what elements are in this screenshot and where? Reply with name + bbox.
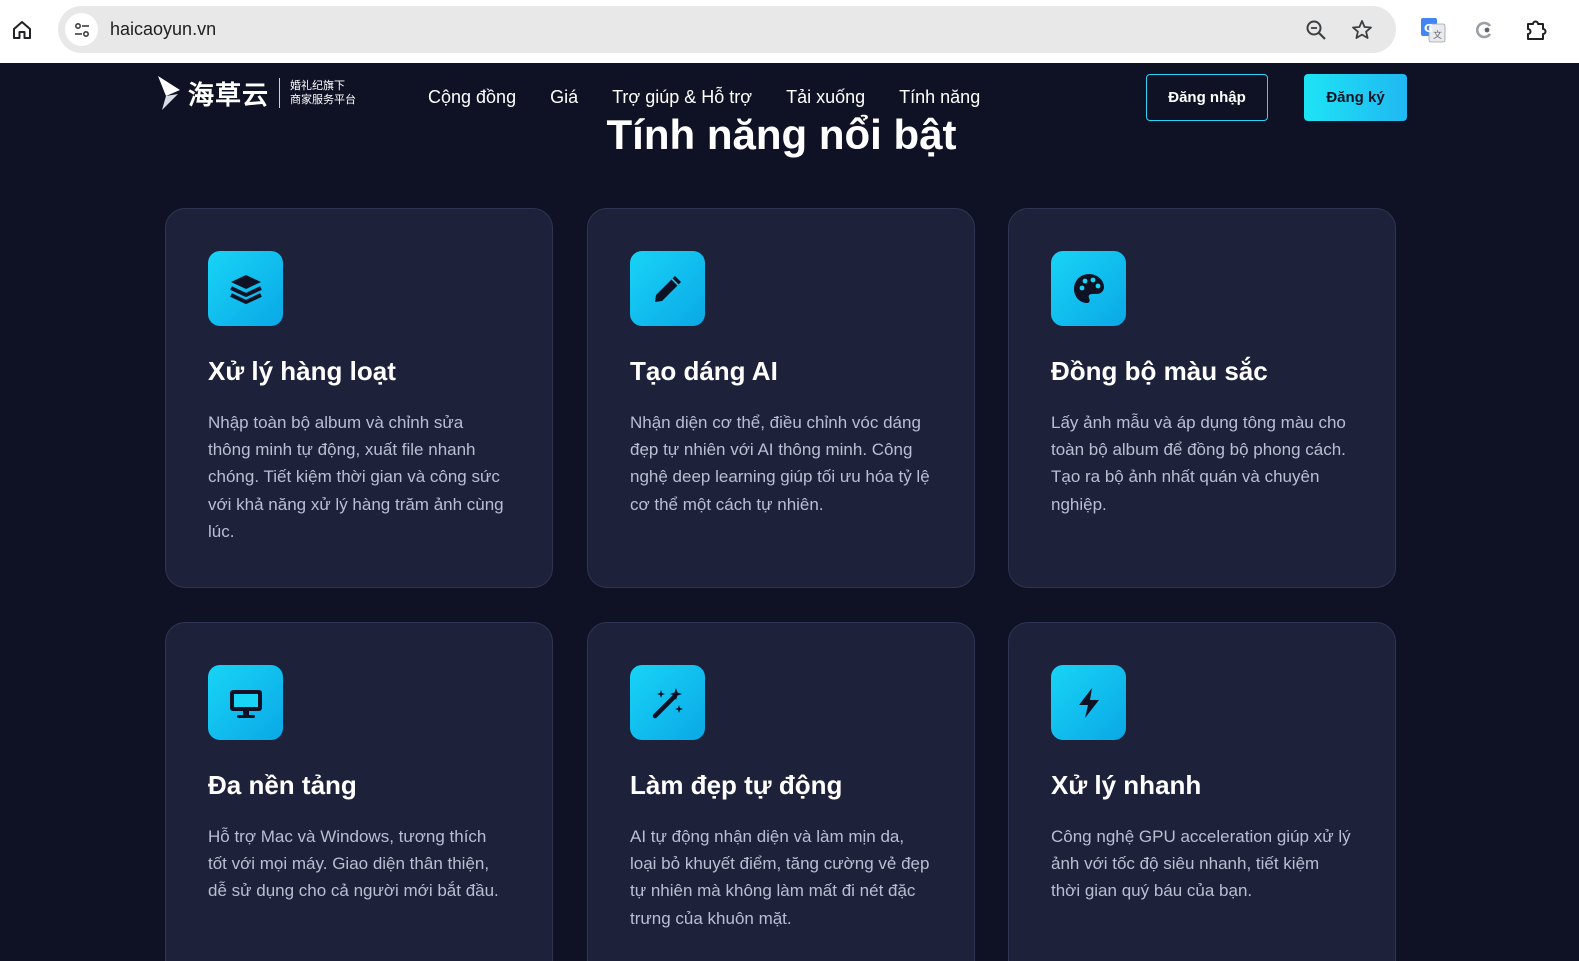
feature-title: Tạo dáng AI [630, 356, 778, 386]
nav-help-support[interactable]: Trợ giúp & Hỗ trợ [612, 87, 752, 108]
feature-description: Lấy ảnh mẫu và áp dụng tông màu cho toàn… [1051, 413, 1346, 514]
feature-title: Xử lý hàng loạt [208, 356, 396, 386]
page-content: 海草云 婚礼纪旗下 商家服务平台 Cộng đồng Giá Trợ giúp … [0, 63, 1579, 961]
magic-wand-icon [630, 665, 705, 740]
nav-community[interactable]: Cộng đồng [428, 87, 516, 108]
section-title: Tính năng nổi bật [606, 111, 957, 158]
pen-icon [630, 251, 705, 326]
brand-logo[interactable]: 海草云 婚礼纪旗下 商家服务平台 [156, 74, 356, 112]
nav-features[interactable]: Tính năng [899, 87, 980, 108]
extensions-puzzle-icon[interactable] [1522, 16, 1550, 44]
feature-card-fast-processing: Xử lý nhanh Công nghệ GPU acceleration g… [1008, 622, 1396, 961]
translate-extension-icon[interactable]: G文 [1420, 17, 1446, 43]
logo-text: 海草云 [188, 80, 270, 111]
svg-text:文: 文 [1433, 29, 1442, 41]
feature-description: Hỗ trợ Mac và Windows, tương thích tốt v… [208, 827, 499, 901]
logo-subtitle: 婚礼纪旗下 商家服务平台 [290, 79, 356, 107]
feature-description: Nhập toàn bộ album và chỉnh sửa thông mi… [208, 413, 504, 541]
logo-mark-icon [158, 76, 180, 110]
browser-toolbar: haicaoyun.vn G文 [0, 0, 1579, 63]
feature-description: AI tự động nhận diện và làm mịn da, loại… [630, 827, 930, 928]
home-icon[interactable] [8, 16, 36, 44]
logo-subtitle-line1: 婚礼纪旗下 [290, 79, 346, 92]
feature-card-auto-beauty: Làm đẹp tự động AI tự động nhận diện và … [587, 622, 975, 961]
svg-text:G: G [1424, 22, 1433, 35]
feature-description: Công nghệ GPU acceleration giúp xử lý ản… [1051, 827, 1351, 901]
feature-card-multi-platform: Đa nền tảng Hỗ trợ Mac và Windows, tương… [165, 622, 553, 961]
logo-divider [279, 78, 281, 108]
url-text[interactable]: haicaoyun.vn [110, 19, 216, 40]
feature-title: Xử lý nhanh [1051, 770, 1202, 800]
site-info-icon[interactable] [65, 13, 98, 46]
feature-title: Làm đẹp tự động [630, 770, 843, 800]
logo-subtitle-line2: 商家服务平台 [290, 93, 357, 106]
bookmark-star-icon[interactable] [1350, 18, 1374, 42]
bolt-icon [1051, 665, 1126, 740]
zoom-icon[interactable] [1304, 18, 1328, 42]
nav-pricing[interactable]: Giá [550, 87, 578, 108]
sync-extension-icon[interactable] [1472, 18, 1496, 42]
feature-title: Đa nền tảng [208, 770, 357, 800]
feature-description: Nhận diện cơ thể, điều chỉnh vóc dáng đẹ… [630, 413, 930, 514]
feature-card-ai-pose: Tạo dáng AI Nhận diện cơ thể, điều chỉnh… [587, 208, 975, 588]
feature-card-color-sync: Đồng bộ màu sắc Lấy ảnh mẫu và áp dụng t… [1008, 208, 1396, 588]
main-nav: Cộng đồng Giá Trợ giúp & Hỗ trợ Tải xuốn… [428, 87, 1014, 108]
feature-title: Đồng bộ màu sắc [1051, 356, 1268, 386]
monitor-icon [208, 665, 283, 740]
address-bar[interactable]: haicaoyun.vn [58, 6, 1396, 53]
feature-card-batch: Xử lý hàng loạt Nhập toàn bộ album và ch… [165, 208, 553, 588]
layers-icon [208, 251, 283, 326]
palette-icon [1051, 251, 1126, 326]
nav-download[interactable]: Tải xuống [786, 87, 865, 108]
